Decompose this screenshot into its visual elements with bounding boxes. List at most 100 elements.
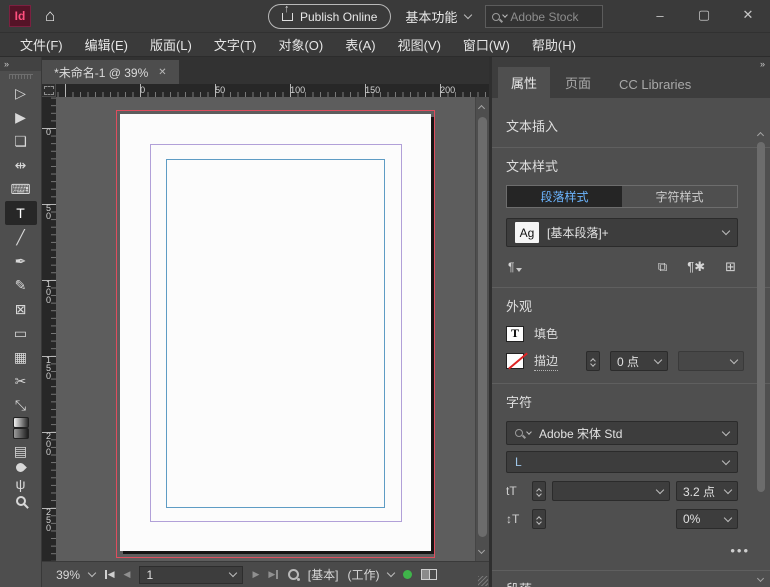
menu-item-view[interactable]: 视图(V) (388, 32, 451, 57)
panel-tab-pages[interactable]: 页面 (552, 67, 604, 98)
page-dropdown-icon[interactable] (229, 569, 237, 577)
menu-item-file[interactable]: 文件(F) (10, 32, 73, 57)
zoom-level[interactable]: 39% (56, 568, 80, 582)
panel-scrollbar[interactable] (755, 128, 768, 583)
chevron-down-icon[interactable] (724, 485, 732, 493)
font-size-stepper[interactable] (532, 481, 546, 501)
scroll-up-icon[interactable] (478, 105, 485, 112)
stroke-weight-stepper[interactable] (586, 351, 600, 371)
resize-grip[interactable] (478, 576, 488, 586)
tool-pen[interactable]: ✒ (5, 249, 37, 273)
font-family-dropdown[interactable]: Adobe 宋体 Std (506, 421, 738, 445)
tools-panel-header[interactable]: » (0, 57, 41, 71)
fill-swatch[interactable]: T (506, 326, 524, 342)
tool-gradient-feather[interactable] (13, 428, 29, 439)
canvas[interactable]: 050100150200250 050100150200250300 (42, 84, 489, 561)
tool-gap[interactable]: ⇹ (5, 153, 37, 177)
new-style-icon[interactable]: ⊞ (725, 259, 736, 275)
clear-overrides-icon[interactable]: ¶✱ (687, 259, 705, 275)
chevron-down-icon[interactable] (654, 355, 662, 363)
chevron-down-icon[interactable] (656, 485, 664, 493)
tool-selection[interactable]: ▷ (5, 81, 37, 105)
search-input[interactable] (510, 10, 590, 24)
tool-type[interactable]: T (5, 201, 37, 225)
panel-tab-properties[interactable]: 属性 (498, 67, 550, 98)
first-page-button[interactable]: ◀ (104, 569, 114, 580)
pasteboard[interactable] (56, 97, 489, 561)
tool-direct-selection[interactable]: ▶ (5, 105, 37, 129)
step-down-icon[interactable] (536, 519, 542, 525)
ruler-origin-box[interactable] (42, 84, 56, 97)
redefine-style-icon[interactable]: ⧉ (658, 259, 667, 275)
style-toggle-option-character-styles[interactable]: 字符样式 (622, 186, 737, 207)
tool-line[interactable]: ╱ (5, 225, 37, 249)
scroll-down-icon[interactable] (478, 547, 485, 554)
stroke-type-dropdown[interactable] (678, 351, 744, 371)
chevron-down-icon[interactable] (722, 427, 730, 435)
tool-page[interactable]: ❏ (5, 129, 37, 153)
menu-item-window[interactable]: 窗口(W) (453, 32, 520, 57)
font-size-field[interactable] (552, 481, 670, 501)
tool-content-collector[interactable]: ⌨ (5, 177, 37, 201)
stroke-weight-field[interactable]: 0 点 (610, 351, 668, 371)
font-style-dropdown[interactable]: L (506, 451, 738, 473)
panel-tab-cc-libraries[interactable]: CC Libraries (606, 71, 704, 98)
leading-stepper[interactable] (532, 509, 546, 529)
stroke-label[interactable]: 描边 (534, 352, 558, 371)
preflight-profile[interactable]: [基本] (308, 566, 339, 583)
publish-online-button[interactable]: Publish Online (268, 4, 391, 29)
menu-item-type[interactable]: 文字(T) (204, 32, 267, 57)
step-down-icon[interactable] (536, 491, 542, 497)
expand-panel-icon[interactable]: » (4, 59, 8, 69)
leading-field[interactable]: 3.2 点 (676, 481, 738, 501)
tool-rectangle-frame[interactable]: ⊠ (5, 297, 37, 321)
workspace-switcher[interactable]: 基本功能 (405, 7, 471, 26)
vertical-ruler[interactable]: 050100150200250300 (42, 97, 56, 561)
tool-zoom[interactable] (16, 496, 26, 506)
adobe-stock-search[interactable] (485, 5, 603, 28)
vertical-scrollbar[interactable] (475, 97, 489, 561)
home-icon[interactable]: ⌂ (45, 6, 55, 26)
collapse-panel-icon[interactable]: » (760, 59, 764, 69)
text-frame[interactable] (166, 159, 385, 508)
tool-pencil[interactable]: ✎ (5, 273, 37, 297)
close-tab-icon[interactable]: ✕ (158, 67, 166, 78)
chevron-down-icon[interactable] (730, 355, 738, 363)
drag-handle[interactable] (9, 74, 33, 79)
next-page-button[interactable]: ▶ (252, 569, 259, 580)
zoom-dropdown-icon[interactable] (88, 569, 96, 577)
chevron-down-icon[interactable] (722, 456, 730, 464)
preflight-menu-icon[interactable] (387, 569, 395, 577)
last-page-button[interactable]: ▶ (268, 569, 278, 580)
step-down-icon[interactable] (590, 361, 596, 367)
previous-page-button[interactable]: ◀ (124, 569, 131, 580)
tool-gradient-swatch[interactable] (13, 417, 29, 428)
tool-scissors[interactable]: ✂ (5, 369, 37, 393)
tracking-field[interactable]: 0% (676, 509, 738, 529)
paragraph-style-dropdown[interactable]: Ag [基本段落]+ (506, 218, 738, 247)
menu-item-object[interactable]: 对象(O) (268, 32, 333, 57)
style-toggle-option-paragraph-styles[interactable]: 段落样式 (507, 186, 622, 207)
menu-item-help[interactable]: 帮助(H) (522, 32, 586, 57)
menu-item-layout[interactable]: 版面(L) (140, 32, 202, 57)
close-button[interactable]: ✕ (726, 0, 770, 30)
page-number-field[interactable]: 1 (139, 566, 243, 584)
menu-item-edit[interactable]: 编辑(E) (75, 32, 138, 57)
more-options-icon[interactable]: ••• (504, 543, 750, 558)
preflight-icon[interactable] (288, 569, 299, 580)
spread-view-icon[interactable] (421, 569, 437, 580)
kerning-field[interactable] (552, 509, 670, 529)
chevron-down-icon[interactable] (722, 227, 730, 235)
paragraph-mark-icon[interactable]: ¶ (508, 260, 514, 274)
tool-rectangle[interactable]: ▭ (5, 321, 37, 345)
tool-horizontal-grid[interactable]: ▦ (5, 345, 37, 369)
scroll-up-icon[interactable] (757, 132, 764, 139)
menu-item-table[interactable]: 表(A) (335, 32, 385, 57)
horizontal-ruler[interactable]: 050100150200250 (56, 84, 489, 97)
minimize-button[interactable]: – (638, 0, 682, 30)
maximize-button[interactable]: ▢ (682, 0, 726, 30)
tool-free-transform[interactable]: ⤡ (5, 393, 37, 417)
scrollbar-thumb[interactable] (757, 142, 765, 492)
scroll-down-icon[interactable] (757, 575, 764, 582)
document-tab[interactable]: *未命名-1 @ 39% ✕ (42, 60, 179, 84)
